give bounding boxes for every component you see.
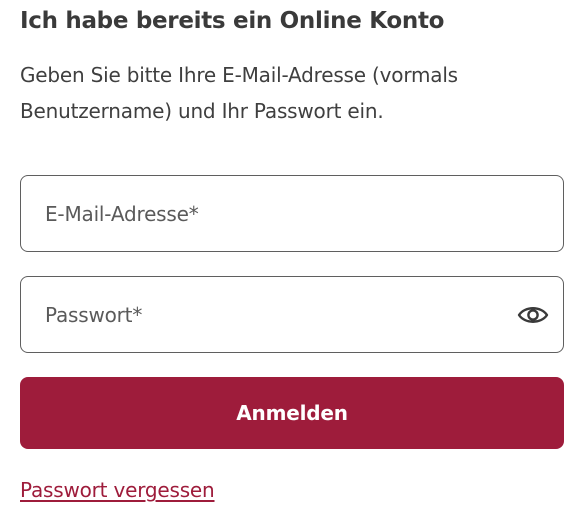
- password-input[interactable]: [45, 277, 505, 352]
- eye-icon[interactable]: [517, 300, 549, 330]
- email-field[interactable]: [20, 175, 564, 252]
- password-field[interactable]: [20, 276, 564, 353]
- login-button[interactable]: Anmelden: [20, 377, 564, 449]
- email-input[interactable]: [45, 176, 505, 251]
- login-title: Ich habe bereits ein Online Konto: [20, 8, 445, 34]
- login-intro-text: Geben Sie bitte Ihre E-Mail-Adresse (vor…: [20, 63, 458, 123]
- forgot-password-link[interactable]: Passwort vergessen: [20, 478, 215, 502]
